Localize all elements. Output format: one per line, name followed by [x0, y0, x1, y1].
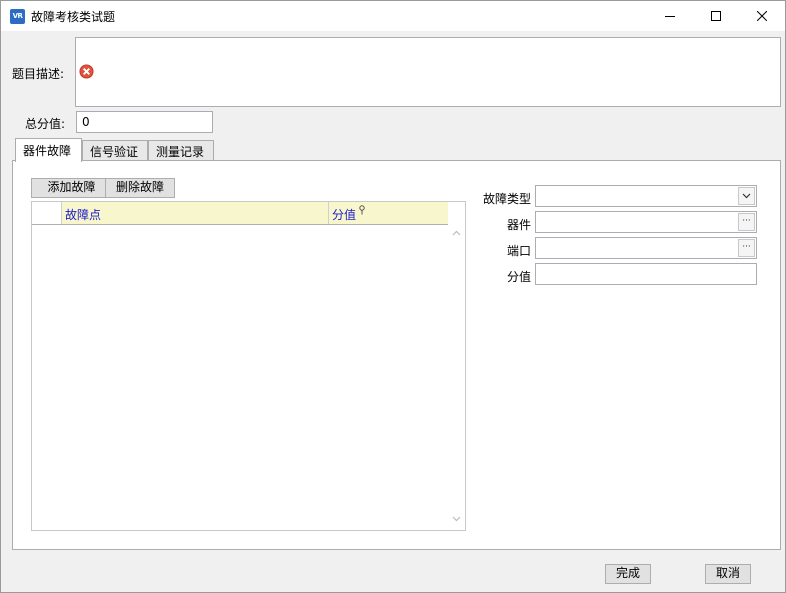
delete-fault-button[interactable]: 删除故障 — [105, 178, 175, 198]
column-header-score[interactable]: 分值 — [329, 202, 449, 224]
chevron-down-icon — [742, 193, 751, 199]
grid-vertical-scrollbar[interactable] — [448, 202, 465, 530]
tab-device-fault[interactable]: 器件故障 — [15, 138, 82, 162]
finish-button[interactable]: 完成 — [605, 564, 651, 584]
scroll-up-icon[interactable] — [452, 230, 461, 236]
window-title: 故障考核类试题 — [31, 10, 116, 24]
filter-icon[interactable] — [358, 205, 366, 215]
close-button[interactable] — [739, 1, 785, 31]
close-icon — [757, 11, 767, 21]
device-label: 器件 — [506, 218, 531, 232]
port-browse-button[interactable]: ··· — [738, 239, 755, 257]
add-fault-button[interactable]: 添加故障 — [31, 178, 112, 198]
maximize-icon — [711, 11, 721, 21]
title-bar: VR 故障考核类试题 — [1, 1, 785, 31]
tab-signal-verify[interactable]: 信号验证 — [82, 140, 148, 161]
scroll-down-icon[interactable] — [452, 516, 461, 522]
dialog-window: VR 故障考核类试题 题目描述: 总分值: 0 器件故障 信号验证 测量记录 添… — [0, 0, 786, 593]
fault-type-label: 故障类型 — [482, 192, 531, 206]
row-header-corner — [32, 202, 62, 224]
error-icon — [79, 64, 94, 79]
tab-panel: 添加故障 删除故障 故障点 分值 故障类型 器件 ··· 端口 ··· 分值 — [12, 160, 781, 550]
score-field[interactable] — [535, 263, 757, 285]
port-field[interactable]: ··· — [535, 237, 757, 259]
total-score-label: 总分值: — [25, 117, 66, 131]
tab-measure-record[interactable]: 测量记录 — [148, 140, 214, 161]
minimize-button[interactable] — [647, 1, 693, 31]
column-label: 分值 — [332, 208, 357, 222]
port-label: 端口 — [506, 244, 531, 258]
column-header-fault-point[interactable]: 故障点 — [62, 202, 329, 224]
app-icon: VR — [10, 9, 25, 24]
device-field[interactable]: ··· — [535, 211, 757, 233]
total-score-input[interactable]: 0 — [76, 111, 213, 133]
cancel-button[interactable]: 取消 — [705, 564, 751, 584]
device-browse-button[interactable]: ··· — [738, 213, 755, 231]
grid-header: 故障点 分值 — [32, 202, 449, 225]
description-label: 题目描述: — [12, 67, 65, 81]
maximize-button[interactable] — [693, 1, 739, 31]
score-label: 分值 — [506, 270, 531, 284]
column-label: 故障点 — [65, 208, 102, 222]
dropdown-button[interactable] — [738, 187, 755, 205]
fault-grid[interactable]: 故障点 分值 — [31, 201, 466, 531]
minimize-icon — [665, 16, 675, 17]
description-field[interactable] — [75, 37, 781, 107]
fault-type-select[interactable] — [535, 185, 757, 207]
